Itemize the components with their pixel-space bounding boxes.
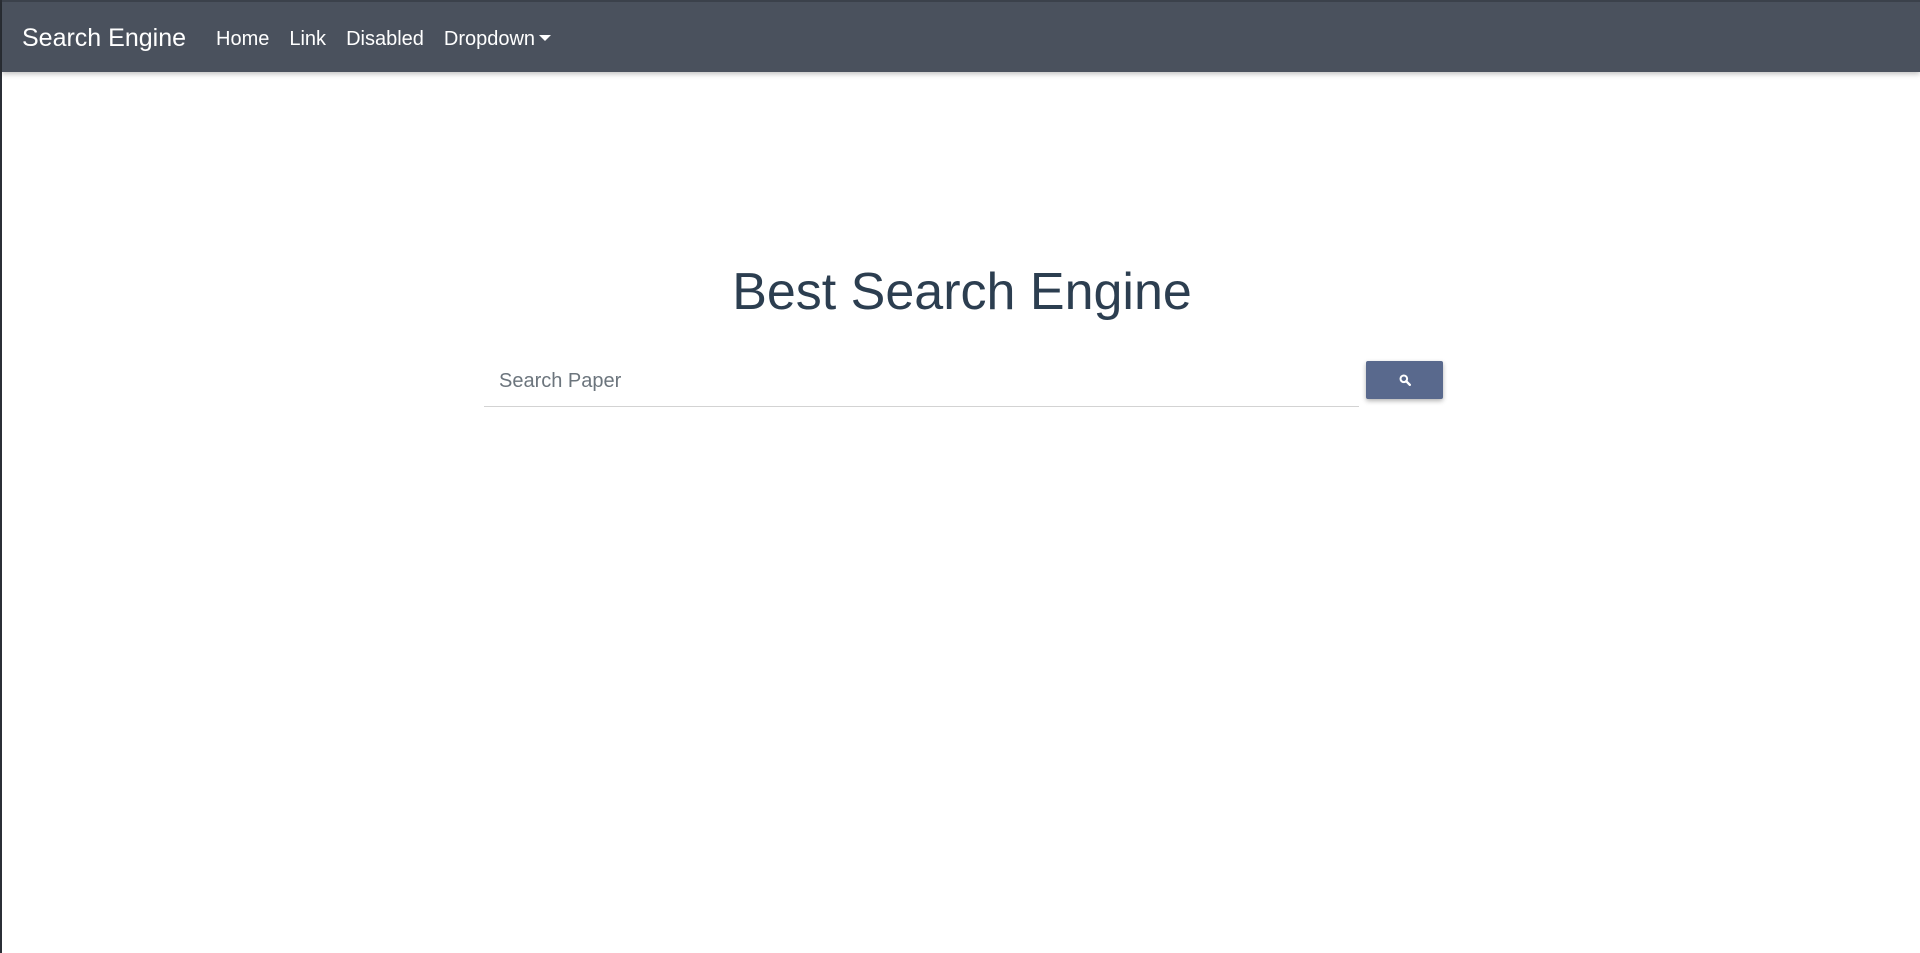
nav-dropdown-label: Dropdown xyxy=(443,28,536,50)
search-button[interactable] xyxy=(1366,361,1443,399)
nav-link-link[interactable]: Link xyxy=(289,26,326,52)
nav-link-home[interactable]: Home xyxy=(216,26,269,52)
nav-dropdown-toggle[interactable]: Dropdown xyxy=(443,26,552,52)
caret-down-icon xyxy=(539,35,552,41)
nav-link-disabled: Disabled xyxy=(346,28,424,50)
search-icon xyxy=(1399,374,1411,386)
nav-links: Home Link Disabled Dropdown xyxy=(216,26,571,52)
search-input[interactable] xyxy=(484,357,1359,407)
page: Search Engine Home Link Disabled Dropdow… xyxy=(0,0,1920,953)
navbar-brand[interactable]: Search Engine xyxy=(22,23,186,53)
page-title: Best Search Engine xyxy=(732,263,1192,321)
navbar: Search Engine Home Link Disabled Dropdow… xyxy=(2,0,1920,72)
